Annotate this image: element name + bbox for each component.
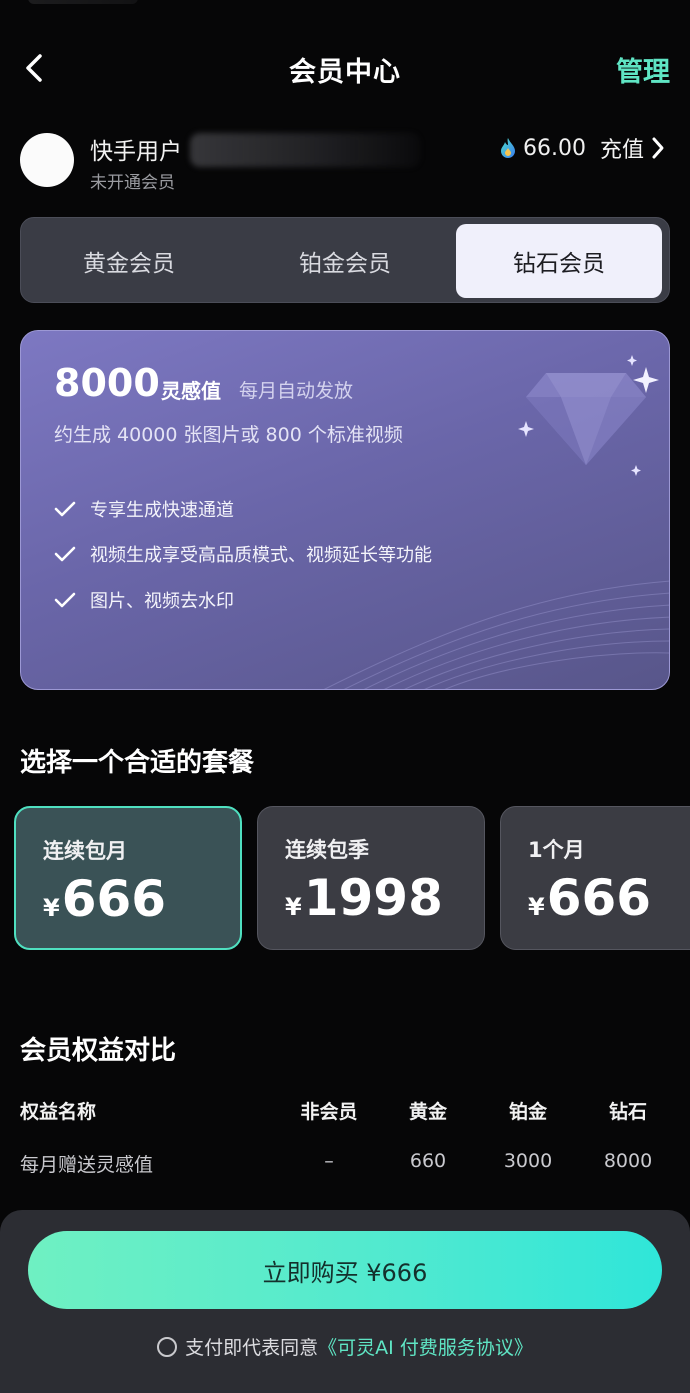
- agreement-row: 支付即代表同意 《可灵AI 付费服务协议》: [0, 1333, 690, 1360]
- points-unit: 灵感值: [161, 379, 221, 403]
- feature-item: 视频生成享受高品质模式、视频延长等功能: [54, 539, 432, 569]
- agreement-text: 支付即代表同意: [185, 1337, 319, 1359]
- recharge-button[interactable]: 充值: [600, 132, 644, 164]
- plan-name: 连续包月: [43, 839, 127, 863]
- membership-page: 会员中心 管理 快手用户 未开通会员 66.00 充值 黄金会员 铂金会员 钻石…: [0, 0, 690, 1393]
- purchase-bar: 立即购买 ¥666 支付即代表同意 《可灵AI 付费服务协议》: [0, 1210, 690, 1393]
- radio-icon[interactable]: [157, 1336, 178, 1357]
- price-amount: 666: [546, 869, 652, 927]
- status-bar-fragment: [28, 0, 138, 4]
- plan-name: 1个月: [528, 838, 585, 862]
- column-header: 黄金: [408, 1101, 447, 1123]
- username: 快手用户: [90, 139, 182, 165]
- membership-status: 未开通会员: [90, 173, 175, 193]
- check-icon: [54, 592, 76, 608]
- points-note: 每月自动发放: [239, 380, 354, 402]
- table-row: 每月赠送灵感值 – 660 3000 8000: [20, 1150, 670, 1180]
- flame-drop-icon: [501, 138, 515, 158]
- tab-diamond[interactable]: 钻石会员: [456, 224, 662, 298]
- currency-symbol: ¥: [43, 894, 60, 922]
- table-cell: 8000: [603, 1150, 653, 1172]
- table-cell: –: [324, 1150, 334, 1172]
- table-cell: 660: [409, 1150, 447, 1172]
- plan-card-quarterly[interactable]: 连续包季 ¥ 1998: [257, 806, 485, 950]
- plan-name: 连续包季: [285, 838, 369, 862]
- price-amount: 1998: [303, 869, 443, 927]
- plan-card-one-month[interactable]: 1个月 ¥ 666: [500, 806, 690, 950]
- table-cell: 3000: [503, 1150, 553, 1172]
- column-header: 权益名称: [20, 1101, 97, 1123]
- feature-item: 图片、视频去水印: [54, 585, 234, 615]
- plan-price: ¥ 666: [528, 869, 651, 927]
- check-icon: [54, 501, 76, 517]
- column-header: 钻石: [608, 1101, 647, 1123]
- monthly-points-amount: 8000: [54, 361, 160, 405]
- plan-price: ¥ 1998: [285, 869, 443, 927]
- chevron-right-icon: [652, 137, 664, 159]
- check-icon: [54, 546, 76, 562]
- page-title: 会员中心: [289, 57, 401, 88]
- manage-button[interactable]: 管理: [616, 50, 670, 89]
- generation-estimate: 约生成 40000 张图片或 800 个标准视频: [54, 424, 403, 446]
- currency-symbol: ¥: [528, 893, 545, 921]
- column-header: 铂金: [508, 1101, 547, 1123]
- balance-amount: 66.00: [523, 135, 586, 161]
- comparison-header-row: 权益名称 非会员 黄金 铂金 钻石: [20, 1097, 670, 1127]
- column-header: 非会员: [300, 1101, 358, 1123]
- feature-label: 视频生成享受高品质模式、视频延长等功能: [90, 545, 432, 566]
- avatar[interactable]: [20, 133, 74, 187]
- service-agreement-link[interactable]: 《可灵AI 付费服务协议》: [318, 1333, 533, 1360]
- currency-symbol: ¥: [285, 893, 302, 921]
- diamond-benefit-card: 8000 灵感值 每月自动发放 约生成 40000 张图片或 800 个标准视频…: [20, 330, 670, 690]
- buy-now-button[interactable]: 立即购买 ¥666: [28, 1231, 662, 1309]
- price-amount: 666: [61, 870, 167, 928]
- tab-gold[interactable]: 黄金会员: [25, 224, 233, 298]
- diamond-icon: [518, 355, 659, 476]
- tab-platinum[interactable]: 铂金会员: [241, 224, 449, 298]
- feature-label: 专享生成快速通道: [90, 500, 234, 521]
- user-row: 快手用户 未开通会员 66.00 充值: [20, 130, 670, 193]
- feature-label: 图片、视频去水印: [90, 591, 234, 612]
- plan-price: ¥ 666: [43, 870, 166, 928]
- nav-bar: 会员中心 管理: [0, 0, 690, 135]
- feature-item: 专享生成快速通道: [54, 494, 234, 524]
- comparison-heading: 会员权益对比: [20, 1036, 177, 1066]
- table-cell: 每月赠送灵感值: [20, 1154, 154, 1176]
- plan-card-monthly[interactable]: 连续包月 ¥ 666: [14, 806, 242, 950]
- redacted-name-blur: [190, 133, 420, 167]
- balance-recharge[interactable]: 66.00 充值: [499, 130, 666, 166]
- tier-tabs: 黄金会员 铂金会员 钻石会员: [20, 217, 670, 303]
- plans-heading: 选择一个合适的套餐: [20, 748, 255, 778]
